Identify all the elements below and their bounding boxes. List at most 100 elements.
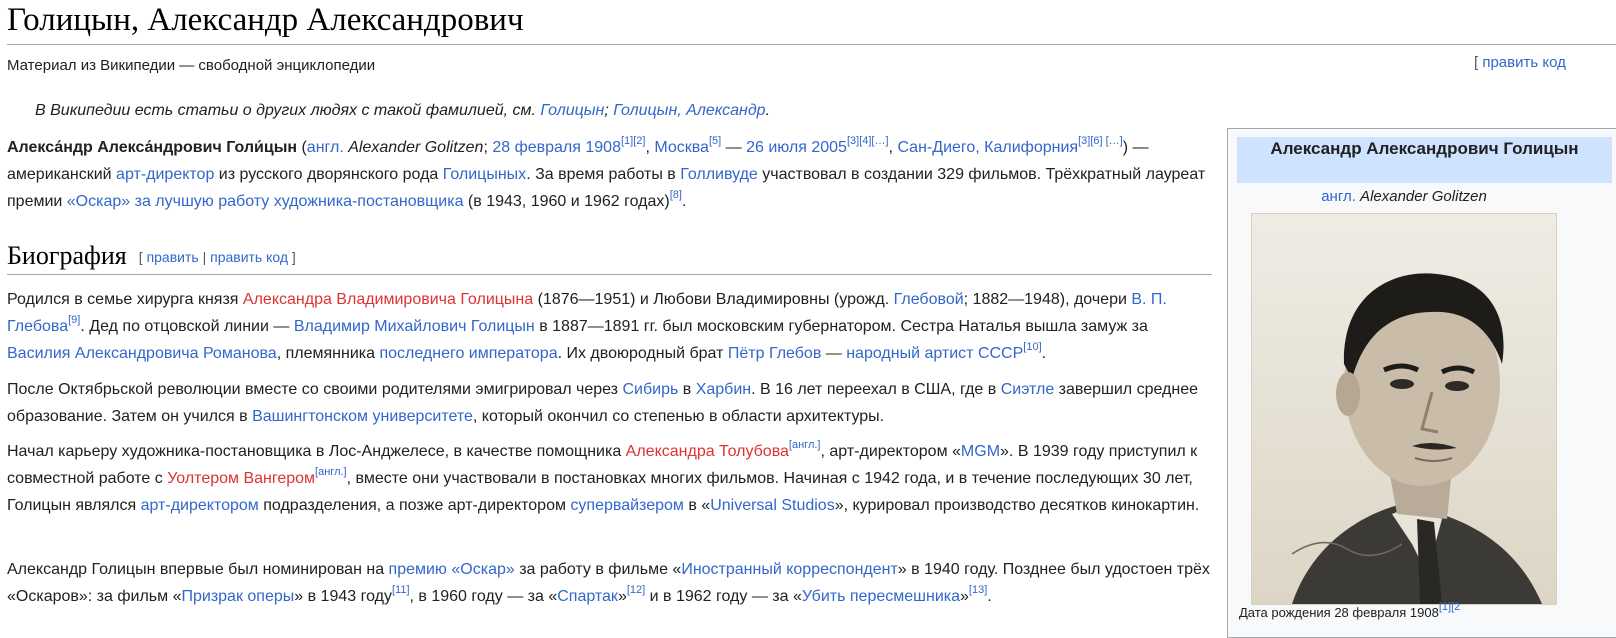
ref-link[interactable]: [2]: [633, 135, 645, 147]
text: , арт-директором «: [820, 443, 961, 460]
text: за работу в фильме «: [514, 561, 682, 578]
film-phantom-link[interactable]: Призрак оперы: [181, 588, 294, 605]
edit-source-top: [ править код: [1474, 52, 1566, 74]
lang-link[interactable]: англ.: [307, 139, 344, 156]
page-title: Голицын, Александр Александрович: [7, 0, 1616, 45]
text: , племянника: [276, 345, 380, 362]
text: » в 1943 году: [294, 588, 392, 605]
text: . В 16 лет переехал в США, где в: [751, 381, 1001, 398]
ref-link[interactable]: [5]: [709, 135, 721, 147]
ref-link[interactable]: [6]: [1090, 135, 1102, 147]
ref-link[interactable]: [13]: [969, 584, 987, 596]
text: (1876—1951) и Любови Владимировны (урожд…: [533, 291, 894, 308]
wanger-link[interactable]: Уолтером Вангером: [167, 470, 315, 487]
text: в «: [683, 497, 711, 514]
edit-code-link[interactable]: править код: [1482, 54, 1566, 71]
biography-paragraph-2: После Октябрьской революции вместе со св…: [7, 376, 1212, 430]
oscar-link[interactable]: премию «Оскар»: [389, 561, 515, 578]
text: —: [821, 345, 847, 362]
father-link[interactable]: Александра Владимировича Голицына: [243, 291, 533, 308]
glebova-link[interactable]: Глебовой: [894, 291, 964, 308]
text: .: [681, 193, 687, 210]
art-director-link[interactable]: арт-директор: [116, 166, 214, 183]
film-spartacus-link[interactable]: Спартак: [557, 588, 618, 605]
biography-paragraph-3: Начал карьеру художника-постановщика в Л…: [7, 438, 1212, 519]
mgm-link[interactable]: MGM: [961, 443, 1000, 460]
ref-link[interactable]: [8]: [670, 189, 682, 201]
film-mockingbird-link[interactable]: Убить пересмешника: [802, 588, 960, 605]
birth-date-link[interactable]: 28 февраля 1908: [492, 139, 621, 156]
separator: |: [198, 249, 211, 265]
text: . Их двоюродный брат: [557, 345, 728, 362]
lang-link[interactable]: англ.: [1321, 188, 1356, 205]
tolubov-link[interactable]: Александра Толубова: [626, 443, 789, 460]
text: подразделения, а позже арт-директором: [258, 497, 571, 514]
hatnote-link-golitsyn[interactable]: Голицын: [540, 102, 604, 119]
original-name: Alexander Golitzen: [1355, 188, 1487, 205]
ref-link[interactable]: [9]: [68, 314, 80, 326]
siberia-link[interactable]: Сибирь: [622, 381, 678, 398]
art-director-link[interactable]: арт-директором: [141, 497, 259, 514]
text: Александр Голицын впервые был номинирова…: [7, 561, 389, 578]
text: и в 1962 году — за «: [645, 588, 802, 605]
ref-link[interactable]: [3]: [1078, 135, 1090, 147]
peoples-artist-link[interactable]: народный артист СССР: [846, 345, 1023, 362]
lead-paragraph: Алекса́ндр Алекса́ндрович Голи́цын (англ…: [7, 134, 1212, 215]
text: .: [987, 588, 992, 605]
golitsyn-family-link[interactable]: Голицыных: [443, 166, 526, 183]
film-foreign-correspondent-link[interactable]: Иностранный корреспондент: [681, 561, 897, 578]
text: в 1887—1891 гг. был московским губернато…: [534, 318, 1148, 335]
subject-name: Алекса́ндр Алекса́ндрович Голи́цын: [7, 139, 298, 156]
supervisor-link[interactable]: супервайзером: [570, 497, 683, 514]
seattle-link[interactable]: Сиэтле: [1001, 381, 1055, 398]
portrait-image: [1252, 214, 1556, 604]
text: ; 1882—1948), дочери: [963, 291, 1132, 308]
ref-link[interactable]: [1][2: [1439, 601, 1460, 613]
infobox-caption: Дата рождения 28 февраля 1908[1][2: [1239, 601, 1460, 620]
text: »: [617, 588, 627, 605]
deathplace-link[interactable]: Сан-Диего, Калифорния: [897, 139, 1078, 156]
hatnote-end: .: [765, 102, 771, 119]
text: .: [1041, 345, 1047, 362]
hollywood-link[interactable]: Голливуде: [680, 166, 758, 183]
romanov-link[interactable]: Василия Александровича Романова: [7, 345, 277, 362]
section-edit-links: [ править | править код ]: [139, 249, 296, 265]
interlanguage-link[interactable]: [англ.]: [789, 439, 821, 451]
ref-link[interactable]: […]: [1106, 135, 1123, 147]
section-edit-code-link[interactable]: править код: [210, 249, 288, 265]
infobox: Александр Александрович Голицын англ. Al…: [1227, 128, 1616, 638]
text: , который окончил со степенью в области …: [472, 408, 885, 425]
oscar-award-link[interactable]: «Оскар» за лучшую работу художника-поста…: [67, 193, 464, 210]
death-date-link[interactable]: 26 июля 2005: [746, 139, 847, 156]
ref-link[interactable]: [4]: [859, 135, 871, 147]
section-title: Биография: [7, 241, 127, 270]
ref-link[interactable]: […]: [871, 135, 888, 147]
text: , в 1960 году — за «: [409, 588, 558, 605]
interlanguage-link[interactable]: [англ.]: [315, 466, 347, 478]
text: в: [678, 381, 696, 398]
ref-link[interactable]: [11]: [392, 584, 410, 596]
hatnote-link-golitsyn-alexander[interactable]: Голицын, Александр: [613, 102, 765, 119]
hatnote: В Википедии есть статьи о других людях с…: [35, 100, 770, 122]
grandfather-link[interactable]: Владимир Михайлович Голицын: [294, 318, 535, 335]
text: Родился в семье хирурга князя: [7, 291, 243, 308]
ref-link[interactable]: [10]: [1023, 341, 1041, 353]
ref-link[interactable]: [12]: [627, 584, 645, 596]
text: ,: [645, 139, 655, 156]
emperor-link[interactable]: последнего императора: [379, 345, 557, 362]
university-link[interactable]: Вашингтонском университете: [252, 408, 473, 425]
text: из русского дворянского рода: [214, 166, 443, 183]
biography-paragraph-1: Родился в семье хирурга князя Александра…: [7, 286, 1212, 367]
hatnote-sep: ;: [604, 102, 614, 119]
ref-link[interactable]: [1]: [621, 135, 633, 147]
harbin-link[interactable]: Харбин: [696, 381, 751, 398]
petr-glebov-link[interactable]: Пётр Глебов: [728, 345, 821, 362]
section-heading-biography: Биография [ править | править код ]: [7, 238, 1212, 275]
text: Начал карьеру художника-постановщика в Л…: [7, 443, 626, 460]
birthplace-link[interactable]: Москва: [654, 139, 709, 156]
section-edit-link[interactable]: править: [147, 249, 199, 265]
portrait-photo[interactable]: [1251, 213, 1557, 605]
text: ;: [483, 139, 493, 156]
universal-link[interactable]: Universal Studios: [710, 497, 835, 514]
ref-link[interactable]: [3]: [847, 135, 859, 147]
